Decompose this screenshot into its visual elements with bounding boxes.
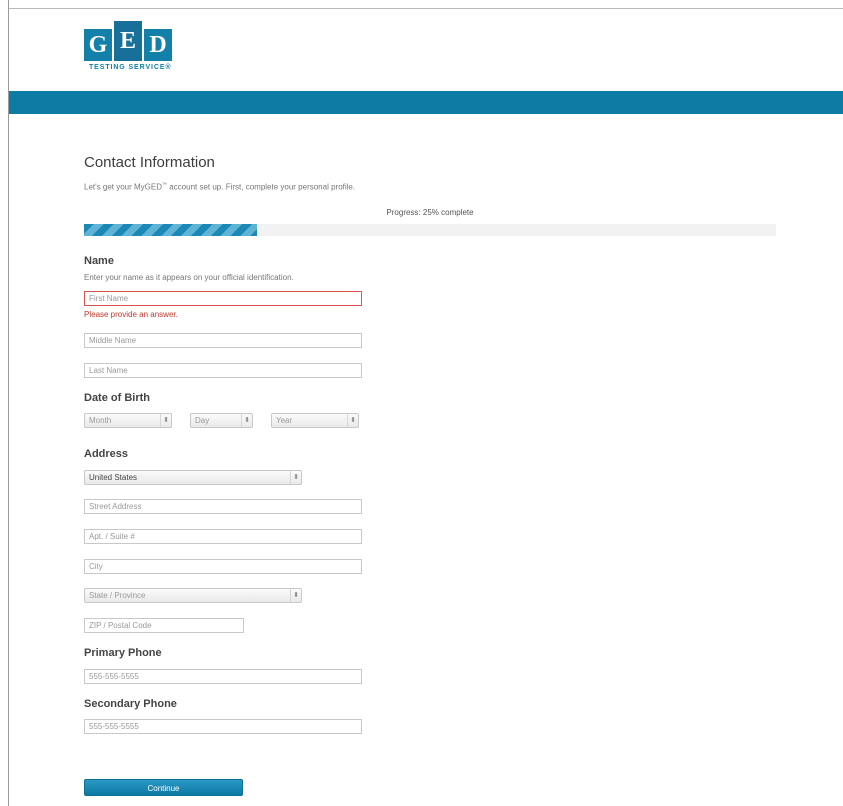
state-select-value: State / Province [89, 591, 146, 600]
updown-chevron-icon: ⬍ [290, 589, 301, 602]
updown-chevron-icon: ⬍ [347, 414, 358, 427]
subtitle-pre: Let's get your MyGED [84, 182, 162, 192]
country-select-value: United States [89, 473, 138, 482]
continue-button[interactable]: Continue [84, 779, 243, 796]
month-select-value: Month [89, 416, 112, 425]
last-name-input[interactable] [84, 363, 362, 378]
page-subtitle: Let's get your MyGED™ account set up. Fi… [84, 182, 355, 192]
header-band [9, 91, 843, 114]
page-title: Contact Information [84, 154, 215, 171]
name-hint: Enter your name as it appears on your of… [84, 273, 294, 282]
secondary-phone-input[interactable] [84, 719, 362, 734]
logo-mark: G E D [84, 21, 174, 61]
logo-letter-g: G [84, 29, 112, 61]
primary-phone-heading: Primary Phone [84, 647, 162, 659]
secondary-phone-heading: Secondary Phone [84, 698, 177, 710]
logo-letter-e: E [114, 21, 142, 61]
day-select-value: Day [195, 416, 210, 425]
updown-chevron-icon: ⬍ [290, 471, 301, 484]
zip-code-input[interactable] [84, 618, 244, 633]
progress-bar [84, 224, 776, 236]
logo-letter-d: D [144, 29, 172, 61]
updown-chevron-icon: ⬍ [241, 414, 252, 427]
ged-logo: G E D TESTING SERVICE® [84, 21, 174, 71]
address-heading: Address [84, 448, 129, 460]
window-top-border [8, 8, 843, 9]
country-select[interactable]: United States ⬍ [84, 470, 302, 485]
month-select[interactable]: Month ⬍ [84, 413, 172, 428]
updown-chevron-icon: ⬍ [160, 414, 171, 427]
street-address-input[interactable] [84, 499, 362, 514]
year-select[interactable]: Year ⬍ [271, 413, 359, 428]
middle-name-input[interactable] [84, 333, 362, 348]
first-name-error: Please provide an answer. [84, 310, 178, 319]
window-left-border [8, 0, 9, 806]
first-name-input[interactable] [84, 291, 362, 306]
state-select[interactable]: State / Province ⬍ [84, 588, 302, 603]
year-select-value: Year [276, 416, 293, 425]
primary-phone-input[interactable] [84, 669, 362, 684]
progress-fill [84, 224, 257, 236]
day-select[interactable]: Day ⬍ [190, 413, 253, 428]
logo-subtitle: TESTING SERVICE® [89, 64, 172, 71]
subtitle-post: account set up. First, complete your per… [167, 182, 356, 192]
city-input[interactable] [84, 559, 362, 574]
progress-label: Progress: 25% complete [386, 208, 474, 217]
dob-heading: Date of Birth [84, 392, 150, 404]
apt-suite-input[interactable] [84, 529, 362, 544]
name-heading: Name [84, 255, 114, 267]
